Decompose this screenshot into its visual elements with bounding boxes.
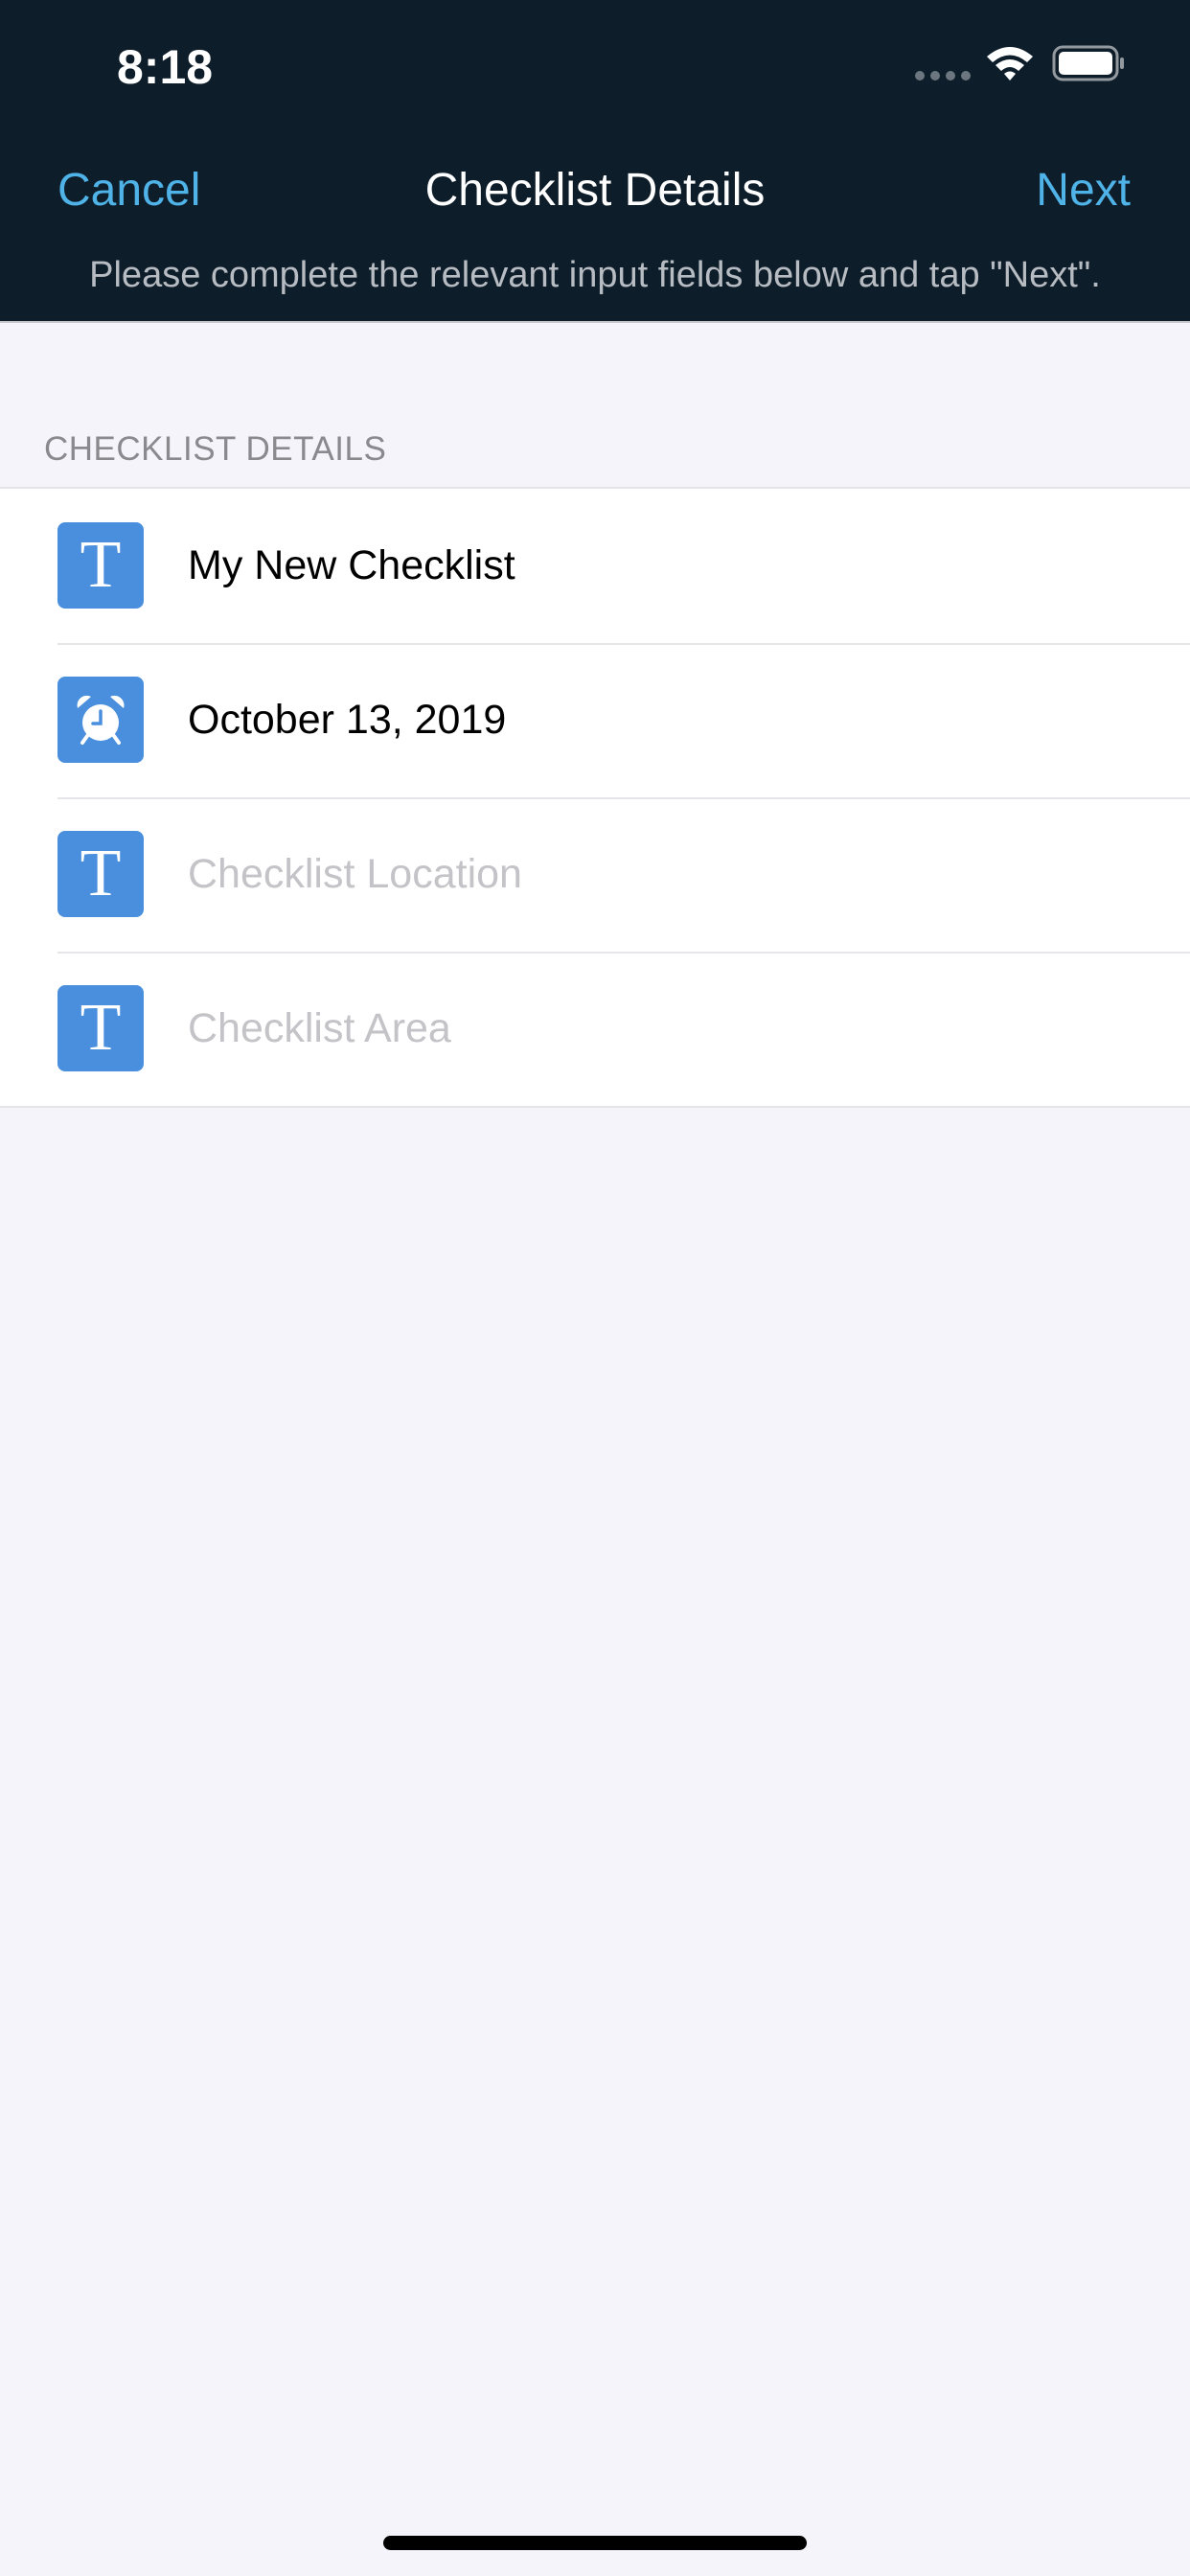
- checklist-location-field[interactable]: [188, 845, 1146, 903]
- checklist-area-row[interactable]: T: [0, 952, 1190, 1106]
- checklist-date-row[interactable]: October 13, 2019: [0, 643, 1190, 797]
- battery-icon: [1052, 45, 1124, 81]
- cancel-button[interactable]: Cancel: [57, 163, 200, 218]
- alarm-clock-icon: [57, 677, 144, 763]
- cellular-signal-icon: [915, 71, 971, 80]
- text-field-icon: T: [57, 831, 144, 917]
- text-field-icon: T: [57, 985, 144, 1071]
- section-header: CHECKLIST DETAILS: [44, 430, 387, 468]
- checklist-date-value: October 13, 2019: [188, 697, 507, 743]
- checklist-name-field[interactable]: [188, 537, 1146, 594]
- next-button[interactable]: Next: [1036, 163, 1131, 218]
- wifi-icon: [987, 47, 1033, 80]
- navigation-header: 8:18 Cancel Checklist Details Next Pleas…: [0, 0, 1190, 323]
- home-indicator[interactable]: [383, 2536, 807, 2550]
- checklist-area-field[interactable]: [188, 1000, 1146, 1057]
- text-field-icon: T: [57, 522, 144, 609]
- status-time: 8:18: [117, 40, 214, 94]
- checklist-location-row[interactable]: T: [0, 797, 1190, 952]
- checklist-name-row[interactable]: T: [0, 489, 1190, 643]
- instructions-text: Please complete the relevant input field…: [89, 255, 1101, 295]
- checklist-details-list: T October 13, 2019 T T: [0, 487, 1190, 1108]
